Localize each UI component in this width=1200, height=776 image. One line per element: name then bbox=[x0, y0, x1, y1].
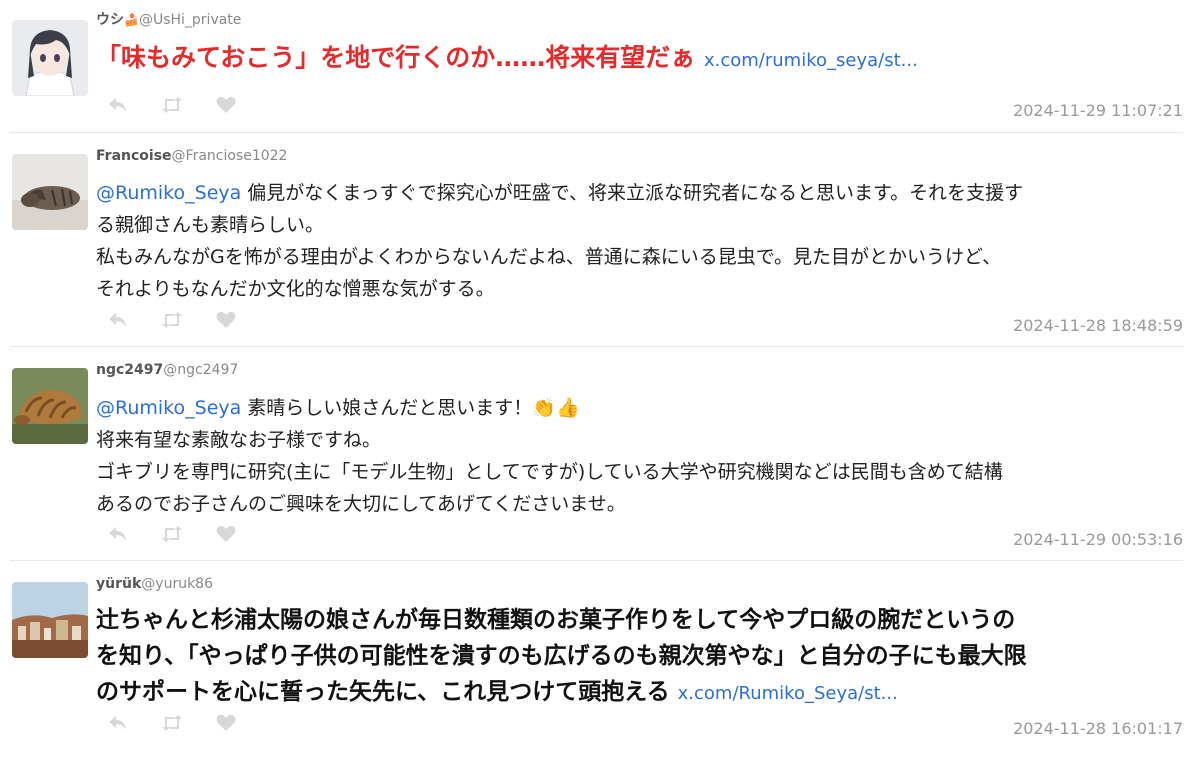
retweet-icon[interactable] bbox=[160, 94, 184, 116]
thumbs-up-emoji: 👍 bbox=[555, 397, 580, 419]
avatar[interactable] bbox=[12, 582, 88, 658]
tweet-line: を知り、「やっぱり子供の可能性を潰すのも広げるのも親次第やな」と自分の子にも最大… bbox=[96, 643, 1027, 669]
reply-icon[interactable] bbox=[106, 523, 130, 545]
user-handle[interactable]: @yuruk86 bbox=[141, 576, 213, 592]
tweet-line-text: 素晴らしい娘さんだと思います！ bbox=[241, 397, 533, 419]
clapping-hands-emoji: 👏 bbox=[532, 397, 556, 419]
mention-link[interactable]: @Rumiko_Seya bbox=[96, 182, 241, 204]
tweet: ngc2497@ngc2497 @Rumiko_Seya 素晴らしい娘さんだと思… bbox=[10, 360, 1183, 561]
tweet: yürük@yuruk86 辻ちゃんと杉浦太陽の娘さんが毎日数種類のお菓子作りを… bbox=[10, 574, 1183, 764]
timestamp[interactable]: 2024-11-29 00:53:16 bbox=[1013, 530, 1183, 549]
timestamp[interactable]: 2024-11-28 18:48:59 bbox=[1013, 316, 1183, 335]
avatar[interactable] bbox=[12, 20, 88, 96]
display-name[interactable]: yürük bbox=[96, 576, 141, 592]
tweet-text-main: 「味もみておこう」を地で行くのか……将来有望だぁ bbox=[96, 43, 696, 72]
tweet-line: る親御さんも素晴らしい。 bbox=[96, 214, 325, 236]
heart-icon[interactable] bbox=[214, 712, 238, 734]
user-handle[interactable]: @ngc2497 bbox=[163, 362, 238, 378]
heart-icon[interactable] bbox=[214, 94, 238, 116]
tweet-line-text: 偏見がなくまっすぐで探究心が旺盛で、将来立派な研究者になると思います。それを支援… bbox=[241, 182, 1024, 204]
tweet-line: それよりもなんだか文化的な憎悪な気がする。 bbox=[96, 278, 495, 300]
tweet-actions bbox=[106, 712, 238, 734]
user-handle[interactable]: @Franciose1022 bbox=[172, 148, 288, 164]
cat-avatar-image bbox=[12, 154, 88, 230]
heart-icon[interactable] bbox=[214, 523, 238, 545]
tweet: ウシ🍰@UsHi_private 「味もみておこう」を地で行くのか……将来有望だ… bbox=[10, 10, 1183, 133]
display-name[interactable]: ngc2497 bbox=[96, 362, 163, 378]
tweet: Francoise@Franciose1022 @Rumiko_Seya 偏見が… bbox=[10, 146, 1183, 347]
tweet-line: 私もみんながGを怖がる理由がよくわからないんだよね、普通に森にいる昆虫で。見た目… bbox=[96, 246, 1002, 268]
tweet-actions bbox=[106, 523, 238, 545]
pangolin-avatar-image bbox=[12, 368, 88, 444]
tweet-text: 辻ちゃんと杉浦太陽の娘さんが毎日数種類のお菓子作りをして今やプロ級の腕だというの… bbox=[96, 602, 1176, 712]
tweet-actions bbox=[106, 309, 238, 331]
tweet-line: @Rumiko_Seya 偏見がなくまっすぐで探究心が旺盛で、将来立派な研究者に… bbox=[96, 177, 1176, 209]
tweet-actions bbox=[106, 94, 238, 116]
heart-icon[interactable] bbox=[214, 309, 238, 331]
display-name[interactable]: ウシ bbox=[96, 12, 124, 28]
display-name[interactable]: Francoise bbox=[96, 148, 172, 164]
timestamp[interactable]: 2024-11-29 11:07:21 bbox=[1013, 101, 1183, 120]
avatar[interactable] bbox=[12, 368, 88, 444]
tweet-header: yürük@yuruk86 bbox=[96, 574, 213, 594]
reply-icon[interactable] bbox=[106, 712, 130, 734]
tweet-link[interactable]: x.com/Rumiko_Seya/st... bbox=[678, 683, 898, 704]
cake-emoji: 🍰 bbox=[124, 13, 139, 27]
tweet-line: 辻ちゃんと杉浦太陽の娘さんが毎日数種類のお菓子作りをして今やプロ級の腕だというの bbox=[96, 607, 1016, 633]
retweet-icon[interactable] bbox=[160, 523, 184, 545]
tweet-line: のサポートを心に誓った矢先に、これ見つけて頭抱える x.com/Rumiko_S… bbox=[96, 674, 1176, 712]
cityscape-avatar-image bbox=[12, 582, 88, 658]
reply-icon[interactable] bbox=[106, 309, 130, 331]
tweet-header: ngc2497@ngc2497 bbox=[96, 360, 238, 380]
tweet-link[interactable]: x.com/rumiko_seya/st... bbox=[704, 50, 918, 71]
tweet-text: @Rumiko_Seya 偏見がなくまっすぐで探究心が旺盛で、将来立派な研究者に… bbox=[96, 177, 1176, 305]
retweet-icon[interactable] bbox=[160, 309, 184, 331]
tweet-text: @Rumiko_Seya 素晴らしい娘さんだと思います！👏👍 将来有望な素敵なお… bbox=[96, 392, 1176, 520]
timestamp[interactable]: 2024-11-28 16:01:17 bbox=[1013, 719, 1183, 738]
tweet-line: あるのでお子さんのご興味を大切にしてあげてくださいませ。 bbox=[96, 493, 626, 515]
retweet-icon[interactable] bbox=[160, 712, 184, 734]
tweet-header: ウシ🍰@UsHi_private bbox=[96, 10, 241, 30]
tweet-line-text: のサポートを心に誓った矢先に、これ見つけて頭抱える bbox=[96, 679, 670, 705]
avatar[interactable] bbox=[12, 154, 88, 230]
mention-link[interactable]: @Rumiko_Seya bbox=[96, 397, 241, 419]
anime-avatar-image bbox=[12, 20, 88, 96]
user-handle[interactable]: @UsHi_private bbox=[139, 12, 241, 28]
tweet-text: 「味もみておこう」を地で行くのか……将来有望だぁ x.com/rumiko_se… bbox=[96, 38, 1176, 81]
tweet-header: Francoise@Franciose1022 bbox=[96, 146, 287, 166]
tweet-line: @Rumiko_Seya 素晴らしい娘さんだと思います！👏👍 bbox=[96, 392, 1176, 424]
tweet-line: ゴキブリを専門に研究(主に「モデル生物」としてですが)している大学や研究機関など… bbox=[96, 461, 1003, 483]
tweet-line: 将来有望な素敵なお子様ですね。 bbox=[96, 429, 382, 451]
reply-icon[interactable] bbox=[106, 94, 130, 116]
